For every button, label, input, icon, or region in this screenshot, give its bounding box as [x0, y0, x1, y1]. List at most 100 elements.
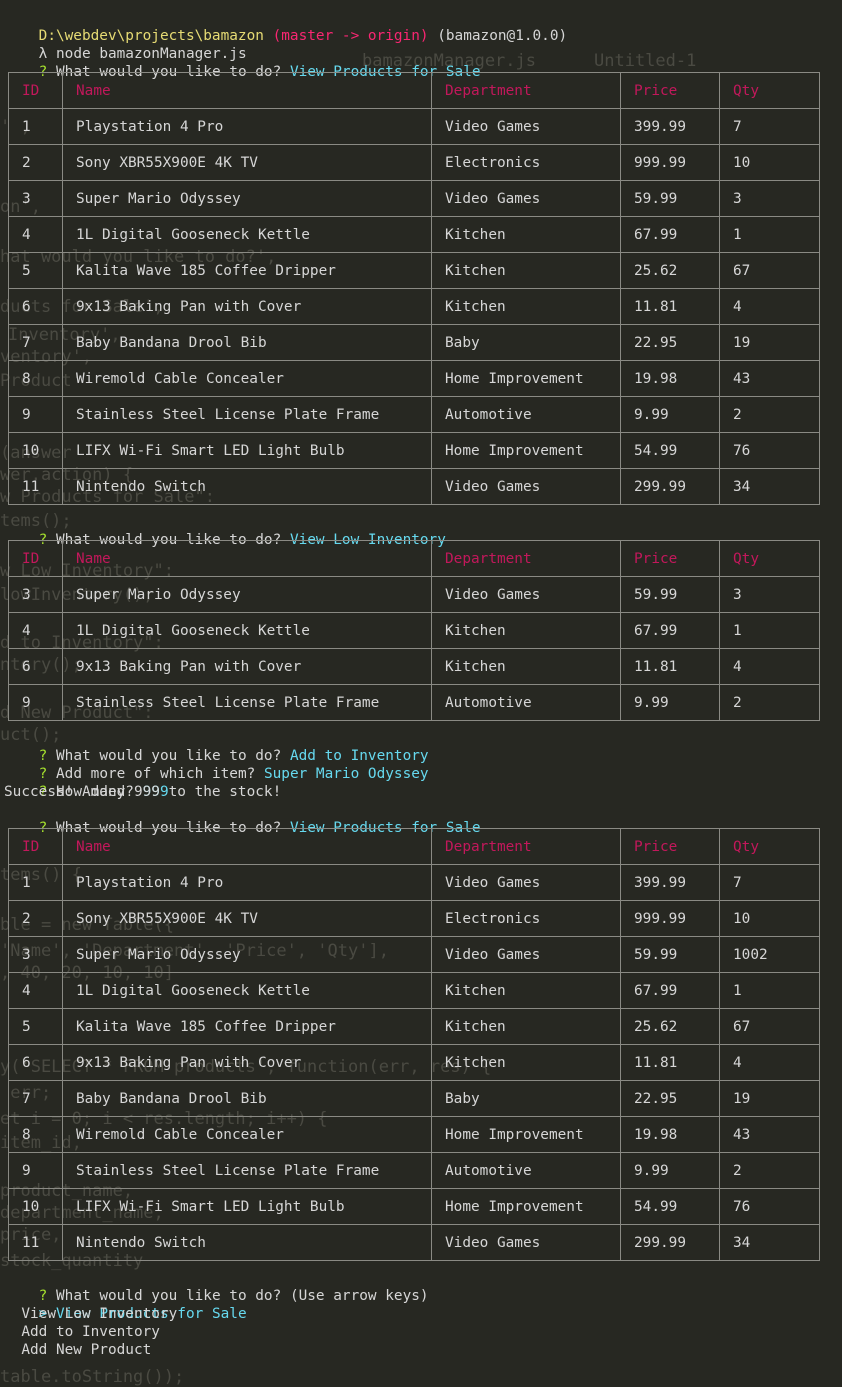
table-cell: 399.99 — [620, 864, 720, 901]
table-cell: 25.62 — [620, 252, 720, 289]
table-cell: 10 — [8, 432, 63, 469]
table-cell: 299.99 — [620, 468, 720, 505]
column-header: ID — [8, 72, 63, 109]
menu-option-add-new-product[interactable]: Add New Product — [4, 1341, 151, 1359]
table-row: 10 LIFX Wi-Fi Smart LED Light Bulb Home Im… — [8, 1188, 820, 1225]
table-cell: Home Improvement — [431, 1116, 621, 1153]
table-cell: 6 — [8, 288, 63, 325]
table-cell: 7 — [719, 108, 820, 145]
column-header: Qty — [719, 72, 820, 109]
table-cell: Video Games — [431, 180, 621, 217]
table-cell: Home Improvement — [431, 1188, 621, 1225]
table-cell: 4 — [719, 288, 820, 325]
table-row: 5 Kalita Wave 185 Coffee Dripper Kitchen 25… — [8, 1008, 820, 1045]
table-header-row: ID Name Department Price Qty — [8, 540, 820, 577]
table-cell: 999.99 — [620, 144, 720, 181]
table-cell: Video Games — [431, 468, 621, 505]
inquirer-question: ? How many? 999 — [4, 765, 169, 800]
inquirer-question: ? What would you like to do? View Low In… — [4, 513, 446, 548]
table-row: 3 Super Mario Odyssey Video Games 59.99 3 — [8, 180, 820, 217]
table-cell: 1 — [719, 216, 820, 253]
table-cell: 67 — [719, 252, 820, 289]
table-cell: Kitchen — [431, 648, 621, 685]
table-cell: 19.98 — [620, 360, 720, 397]
table-cell: LIFX Wi-Fi Smart LED Light Bulb — [62, 1188, 432, 1225]
table-cell: 1L Digital Gooseneck Kettle — [62, 216, 432, 253]
table-cell: 2 — [719, 684, 820, 721]
table-row: 4 1L Digital Gooseneck Kettle Kitchen 67.99… — [8, 612, 820, 649]
question-answer: Super Mario Odyssey — [263, 766, 429, 782]
table-cell: 76 — [719, 1188, 820, 1225]
table-cell: 9.99 — [620, 1152, 720, 1189]
column-header: Department — [431, 72, 621, 109]
question-hint: (Use arrow keys) — [289, 1288, 429, 1304]
table-cell: 1 — [719, 612, 820, 649]
prompt-package: (bamazon@1.0.0) — [437, 28, 568, 44]
table-cell: Nintendo Switch — [62, 468, 432, 505]
table-cell: 22.95 — [620, 324, 720, 361]
table-cell: Video Games — [431, 936, 621, 973]
table-cell: 1L Digital Gooseneck Kettle — [62, 612, 432, 649]
table-cell: 9.99 — [620, 684, 720, 721]
table-cell: 7 — [8, 1080, 63, 1117]
table-cell: Kitchen — [431, 1044, 621, 1081]
table-cell: 4 — [719, 648, 820, 685]
shell-command-line: λ node bamazonManager.js — [4, 27, 247, 62]
shell-prompt: D:\webdev\projects\bamazon (master -> or… — [4, 9, 568, 44]
inquirer-question: ? Add more of which item? Super Mario Od… — [4, 747, 429, 782]
table-cell: Automotive — [431, 1152, 621, 1189]
low-inventory-table: ID Name Department Price Qty 3 Super Mari… — [8, 540, 820, 721]
table-cell: Sony XBR55X900E 4K TV — [62, 144, 432, 181]
menu-option-label: Add New Product — [21, 1342, 152, 1358]
table-cell: 3 — [8, 180, 63, 217]
table-cell: Super Mario Odyssey — [62, 576, 432, 613]
table-header-row: ID Name Department Price Qty — [8, 72, 820, 109]
table-cell: Electronics — [431, 144, 621, 181]
menu-option-add-to-inventory[interactable]: Add to Inventory — [4, 1323, 160, 1341]
table-cell: 59.99 — [620, 936, 720, 973]
menu-option-view-products[interactable]: > View Products for Sale — [4, 1287, 247, 1322]
column-header: Department — [431, 540, 621, 577]
menu-option-label: Add to Inventory — [21, 1324, 160, 1340]
table-cell: 3 — [8, 936, 63, 973]
table-cell: 67.99 — [620, 972, 720, 1009]
table-row: 7 Baby Bandana Drool Bib Baby 22.95 19 — [8, 324, 820, 361]
table-cell: 7 — [8, 324, 63, 361]
table-row: 5 Kalita Wave 185 Coffee Dripper Kitchen 25… — [8, 252, 820, 289]
menu-option-view-low-inventory[interactable]: View Low Inventory — [4, 1305, 177, 1323]
column-header: Name — [62, 828, 432, 865]
table-cell: 10 — [719, 144, 820, 181]
table-cell: 59.99 — [620, 576, 720, 613]
table-cell: 9 — [8, 684, 63, 721]
column-header: Name — [62, 540, 432, 577]
table-cell: 67 — [719, 1008, 820, 1045]
table-row: 10 LIFX Wi-Fi Smart LED Light Bulb Home Im… — [8, 432, 820, 469]
table-cell: 7 — [719, 864, 820, 901]
column-header: Name — [62, 72, 432, 109]
column-header: Price — [620, 828, 720, 865]
table-cell: 43 — [719, 360, 820, 397]
table-row: 9 Stainless Steel License Plate Frame Auto… — [8, 396, 820, 433]
ghost-code-line: table.toString()); — [0, 1367, 185, 1387]
table-cell: Wiremold Cable Concealer — [62, 360, 432, 397]
table-cell: 1 — [8, 108, 63, 145]
table-row: 9 Stainless Steel License Plate Frame Auto… — [8, 684, 820, 721]
table-cell: 11.81 — [620, 648, 720, 685]
table-cell: 4 — [719, 1044, 820, 1081]
inquirer-question: ? What would you like to do? (Use arrow … — [4, 1269, 429, 1304]
table-cell: 34 — [719, 468, 820, 505]
table-cell: 76 — [719, 432, 820, 469]
table-cell: Kitchen — [431, 1008, 621, 1045]
table-cell: Kitchen — [431, 216, 621, 253]
table-row: 7 Baby Bandana Drool Bib Baby 22.95 19 — [8, 1080, 820, 1117]
table-cell: 54.99 — [620, 432, 720, 469]
table-cell: 3 — [719, 576, 820, 613]
table-cell: 59.99 — [620, 180, 720, 217]
table-cell: Sony XBR55X900E 4K TV — [62, 900, 432, 937]
column-header: Qty — [719, 828, 820, 865]
table-cell: 67.99 — [620, 216, 720, 253]
table-row: 2 Sony XBR55X900E 4K TV Electronics 999.99 1… — [8, 900, 820, 937]
table-row: 8 Wiremold Cable Concealer Home Improvemen… — [8, 1116, 820, 1153]
table-header-row: ID Name Department Price Qty — [8, 828, 820, 865]
table-row: 3 Super Mario Odyssey Video Games 59.99 1002 — [8, 936, 820, 973]
